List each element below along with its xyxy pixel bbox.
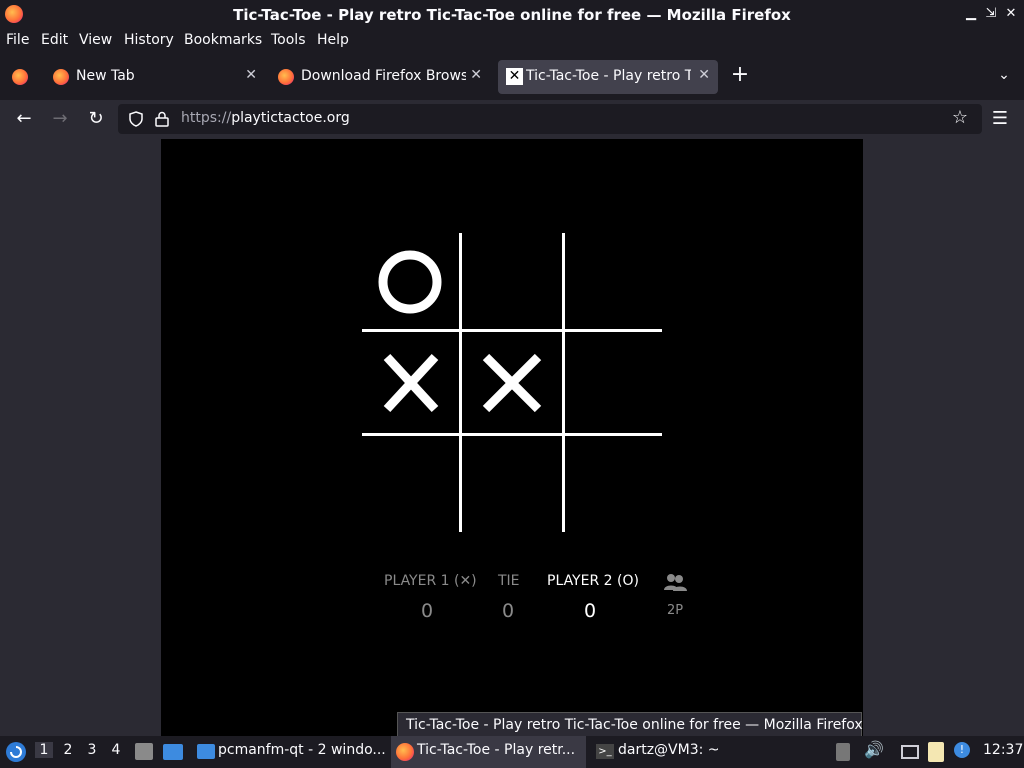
taskbar-task-pcmanfm[interactable]: pcmanfm-qt - 2 windo... xyxy=(218,742,386,758)
notification-icon[interactable]: ! xyxy=(954,742,970,758)
bookmark-star-icon[interactable]: ☆ xyxy=(948,107,972,131)
x-mark xyxy=(383,353,439,413)
menu-history[interactable]: History xyxy=(124,32,174,48)
window-title: Tic-Tac-Toe - Play retro Tic-Tac-Toe onl… xyxy=(233,6,791,24)
board-cell-1[interactable] xyxy=(362,233,460,331)
tab-close-icon[interactable]: ✕ xyxy=(698,67,710,83)
tab-tooltip: Tic-Tac-Toe - Play retro Tic-Tac-Toe onl… xyxy=(397,712,863,738)
restore-icon[interactable]: ⇲ xyxy=(982,5,1000,23)
two-players-icon[interactable] xyxy=(663,572,689,592)
tab-tic-tac-toe[interactable]: ✕ Tic-Tac-Toe - Play retro Tic ✕ xyxy=(498,60,718,94)
firefox-icon xyxy=(12,69,28,85)
show-desktop-icon[interactable] xyxy=(135,743,153,760)
firefox-icon xyxy=(278,69,294,85)
tab-close-icon[interactable]: ✕ xyxy=(245,67,257,83)
desktop-icon[interactable] xyxy=(163,744,183,760)
board-cell-6[interactable] xyxy=(565,332,663,430)
tab-label: New Tab xyxy=(76,68,135,84)
notes-icon[interactable] xyxy=(928,742,944,762)
board-cell-9[interactable] xyxy=(565,436,663,534)
board-cell-8[interactable] xyxy=(462,436,560,534)
back-arrow-icon[interactable]: ← xyxy=(12,108,36,132)
tictactoe-favicon: ✕ xyxy=(506,68,523,85)
new-tab-plus-icon[interactable]: + xyxy=(728,64,752,88)
tab-label: Tic-Tac-Toe - Play retro Tic xyxy=(526,68,691,84)
volume-icon[interactable]: 🔊 xyxy=(864,740,884,759)
network-icon[interactable] xyxy=(901,745,919,759)
tab-download-firefox[interactable]: Download Firefox Browse ✕ xyxy=(268,60,490,94)
folder-icon xyxy=(197,744,215,759)
window-titlebar: Tic-Tac-Toe - Play retro Tic-Tac-Toe onl… xyxy=(0,0,1024,30)
board-cell-2[interactable] xyxy=(462,233,560,331)
url-text[interactable]: https://playtictactoe.org xyxy=(181,110,350,126)
tie-label: TIE xyxy=(498,573,520,589)
page-content: PLAYER 1 (✕) 0 TIE 0 PLAYER 2 (O) 0 2P xyxy=(0,139,1024,736)
tab-close-icon[interactable]: ✕ xyxy=(470,67,482,83)
taskbar: 1 2 3 4 pcmanfm-qt - 2 windo... Tic-Tac-… xyxy=(0,736,1024,768)
menu-tools[interactable]: Tools xyxy=(271,32,306,48)
firefox-icon xyxy=(396,743,414,761)
firefox-icon xyxy=(53,69,69,85)
shield-icon[interactable] xyxy=(128,111,144,127)
workspace-4[interactable]: 4 xyxy=(107,742,125,758)
menu-view[interactable]: View xyxy=(79,32,112,48)
terminal-icon: >_ xyxy=(596,744,614,759)
tab-new-tab[interactable]: New Tab ✕ xyxy=(43,60,265,94)
menu-bar: File Edit View History Bookmarks Tools H… xyxy=(0,30,1024,52)
taskbar-task-firefox[interactable]: Tic-Tac-Toe - Play retr... xyxy=(417,742,575,758)
x-mark xyxy=(482,353,542,413)
tab-label: Download Firefox Browse xyxy=(301,68,466,84)
menu-file[interactable]: File xyxy=(6,32,29,48)
player1-label: PLAYER 1 (✕) xyxy=(384,573,477,589)
start-menu-icon[interactable] xyxy=(5,741,27,763)
tie-score: 0 xyxy=(502,600,515,622)
workspace-3[interactable]: 3 xyxy=(83,742,101,758)
board-cell-7[interactable] xyxy=(362,436,460,534)
close-icon[interactable]: ✕ xyxy=(1002,5,1020,23)
player2-score: 0 xyxy=(584,600,597,622)
board-cell-3[interactable] xyxy=(565,233,663,331)
menu-edit[interactable]: Edit xyxy=(41,32,68,48)
navigation-bar: ← → ↻ https://playtictactoe.org ☆ ☰ xyxy=(0,100,1024,139)
o-mark xyxy=(378,250,442,314)
list-tabs-chevron-icon[interactable]: ⌄ xyxy=(992,64,1016,88)
scoreboard: PLAYER 1 (✕) 0 TIE 0 PLAYER 2 (O) 0 2P xyxy=(161,570,863,630)
clipboard-icon[interactable] xyxy=(836,743,850,761)
menu-help[interactable]: Help xyxy=(317,32,349,48)
clock[interactable]: 12:37 xyxy=(983,742,1023,758)
forward-arrow-icon[interactable]: → xyxy=(48,108,72,132)
player1-score: 0 xyxy=(421,600,434,622)
minimize-icon[interactable]: ▁ xyxy=(962,5,980,23)
lock-icon[interactable] xyxy=(155,111,169,127)
workspace-1[interactable]: 1 xyxy=(35,742,53,758)
firefox-view-button[interactable] xyxy=(6,60,36,94)
board-cell-4[interactable] xyxy=(362,332,460,430)
hamburger-menu-icon[interactable]: ☰ xyxy=(988,108,1012,132)
url-bar[interactable]: https://playtictactoe.org ☆ xyxy=(118,104,982,134)
menu-bookmarks[interactable]: Bookmarks xyxy=(184,32,262,48)
mode-2p-label[interactable]: 2P xyxy=(667,603,683,618)
taskbar-task-terminal[interactable]: dartz@VM3: ~ xyxy=(618,742,720,758)
board-cell-5[interactable] xyxy=(462,332,560,430)
game-panel: PLAYER 1 (✕) 0 TIE 0 PLAYER 2 (O) 0 2P xyxy=(161,139,863,736)
workspace-2[interactable]: 2 xyxy=(59,742,77,758)
player2-label: PLAYER 2 (O) xyxy=(547,573,639,589)
reload-icon[interactable]: ↻ xyxy=(84,108,108,132)
tab-strip: New Tab ✕ Download Firefox Browse ✕ ✕ Ti… xyxy=(0,52,1024,100)
